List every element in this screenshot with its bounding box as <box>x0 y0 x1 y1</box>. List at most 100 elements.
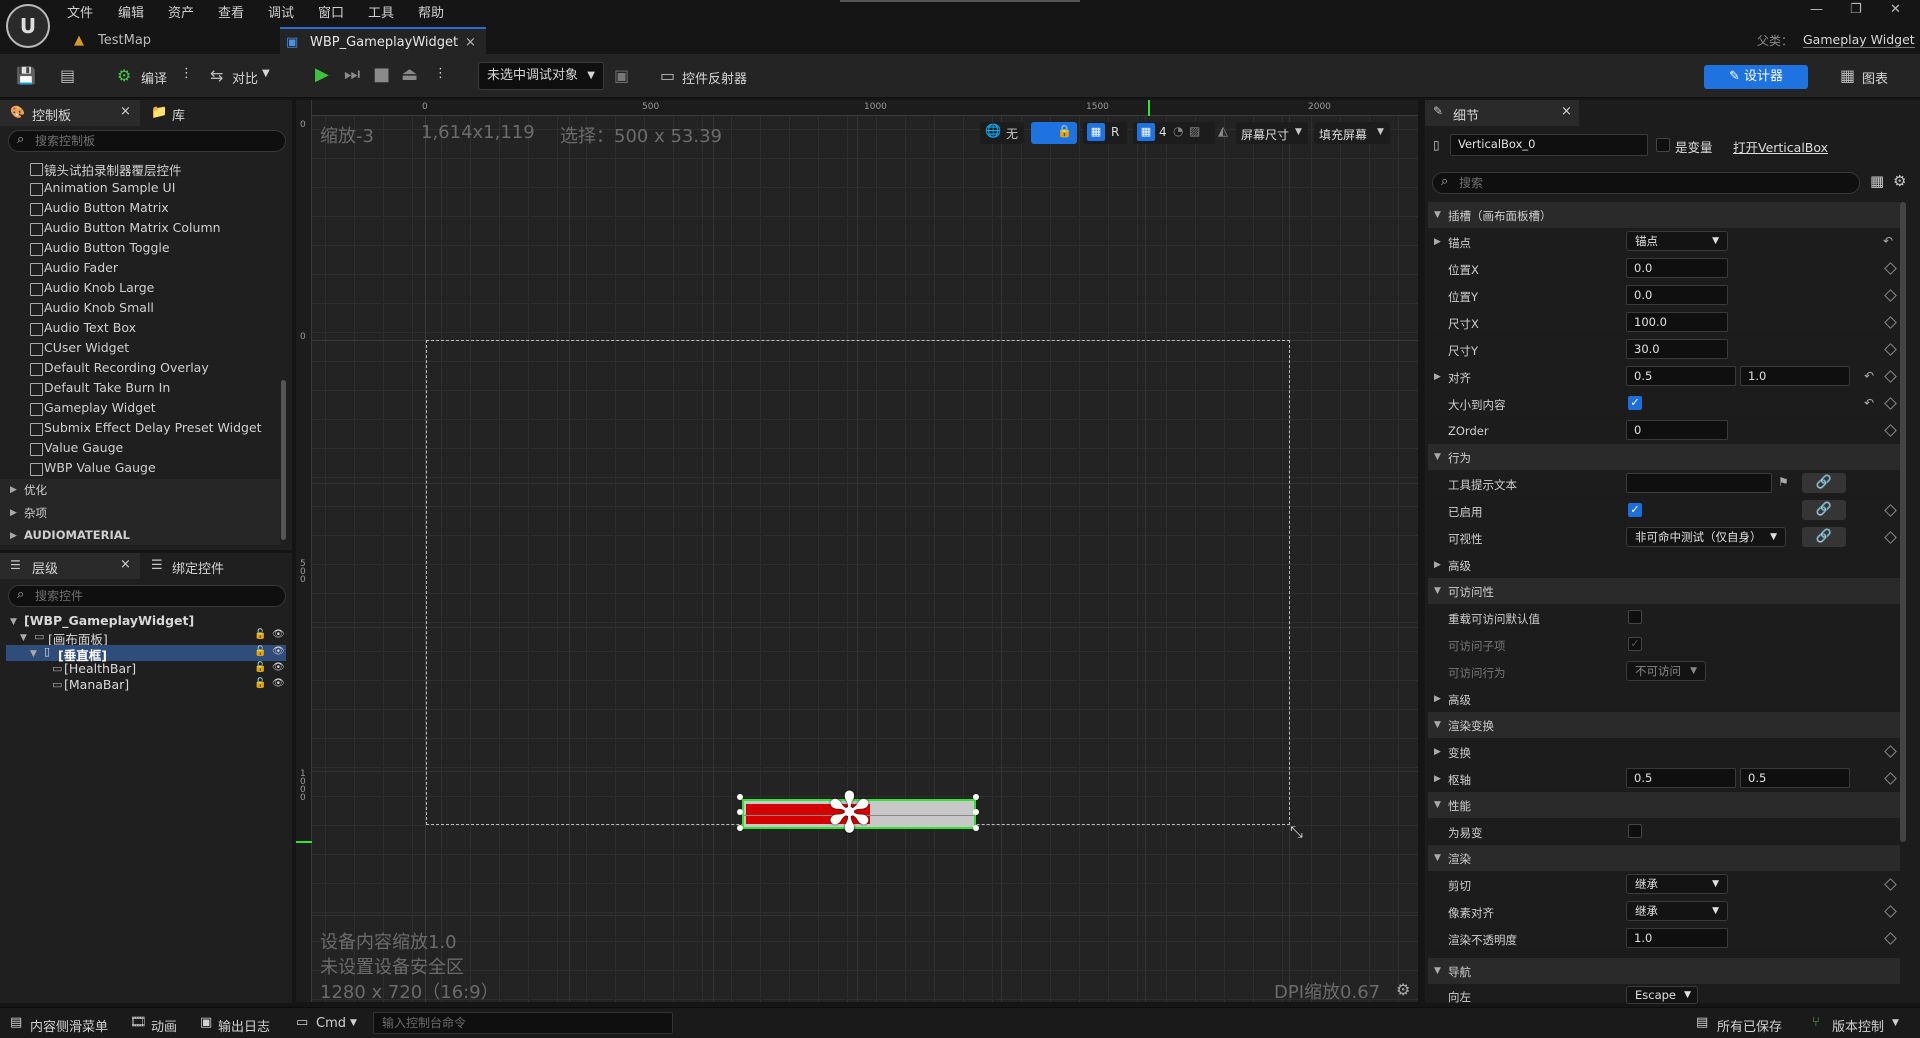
hierarchy-search-input[interactable]: ⌕ 搜索控件 <box>8 585 286 607</box>
nav-left-dropdown[interactable]: Escape ▼ <box>1626 986 1698 1004</box>
eject-icon[interactable]: ⏏ <box>401 64 418 85</box>
section-behavior[interactable]: ▼ 行为 <box>1428 444 1900 470</box>
tab-wbp-gameplaywidget[interactable]: ▣ WBP_GameplayWidget × <box>280 27 486 54</box>
content-drawer-button[interactable]: 内容侧滑菜单 <box>30 1016 108 1035</box>
play-options-icon[interactable]: ⋮ <box>434 66 447 81</box>
selection-handle[interactable] <box>737 809 743 815</box>
grid-snap-toggle[interactable]: ▦ 4 ◔ ▨ <box>1133 122 1215 144</box>
graph-icon[interactable]: ▦ <box>1840 66 1855 85</box>
palette-item[interactable]: Audio Button Matrix Column <box>30 220 221 236</box>
size-y-input[interactable]: 30.0 <box>1626 339 1728 359</box>
keyframe-diamond-icon[interactable] <box>1884 745 1897 758</box>
keyframe-diamond-icon[interactable] <box>1884 504 1897 517</box>
compile-icon[interactable]: ⚙ <box>117 66 131 85</box>
selection-handle[interactable] <box>973 825 979 831</box>
row-advanced-2[interactable]: ▶ 高级 <box>1428 685 1900 712</box>
palette-item[interactable]: Audio Button Matrix <box>30 200 169 216</box>
alignment-y-input[interactable]: 1.0 <box>1740 366 1850 386</box>
console-icon[interactable]: ▭ <box>296 1015 308 1030</box>
selection-handle[interactable] <box>973 809 979 815</box>
menu-asset[interactable]: 资产 <box>168 2 194 21</box>
locale-toggle[interactable]: 🌐 无 <box>980 122 1024 144</box>
volatile-checkbox[interactable] <box>1628 824 1642 838</box>
lock-toggle[interactable]: 🔒 <box>1031 122 1077 144</box>
menu-help[interactable]: 帮助 <box>418 2 444 21</box>
pivot-y-input[interactable]: 0.5 <box>1740 768 1850 788</box>
palette-item[interactable]: Audio Text Box <box>30 320 136 336</box>
advance-frame-icon[interactable]: ⏭ <box>344 64 360 85</box>
visibility-dropdown[interactable]: 非可命中测试（仅自身） ▼ <box>1626 527 1786 547</box>
palette-item[interactable]: CUser Widget <box>29 340 129 356</box>
keyframe-diamond-icon[interactable] <box>1884 932 1897 945</box>
close-window-icon[interactable]: ✕ <box>1890 2 1901 17</box>
diff-icon[interactable]: ⇆ <box>210 66 223 85</box>
fill-screen-dropdown[interactable]: 填充屏幕 ▼ <box>1314 122 1390 144</box>
bind-button[interactable]: 🔗 <box>1802 500 1846 520</box>
save-status[interactable]: 所有已保存 <box>1717 1016 1782 1035</box>
palette-tab[interactable]: 🎨 控制板 × <box>0 100 140 126</box>
override-checkbox[interactable] <box>1628 610 1642 624</box>
reset-icon[interactable]: ↶ <box>1883 234 1893 248</box>
lock-icon[interactable]: 🔓 <box>254 662 266 673</box>
row-advanced[interactable]: ▶ 高级 <box>1428 551 1900 578</box>
designer-mode-button[interactable]: ✎ 设计器 <box>1704 65 1808 89</box>
chevron-down-icon[interactable]: ▼ <box>262 68 270 79</box>
anchor-flower-icon[interactable]: ✻ <box>826 786 873 842</box>
debug-object-select[interactable]: 未选中调试对象 ▼ <box>478 62 604 90</box>
lock-icon[interactable]: 🔓 <box>254 629 266 640</box>
hierarchy-tab[interactable]: ☰ 层级 × <box>0 553 140 579</box>
hierarchy-manabar[interactable]: [ManaBar] <box>64 677 129 692</box>
keyframe-diamond-icon[interactable] <box>1884 316 1897 329</box>
console-input[interactable]: 输入控制台命令 <box>373 1012 673 1034</box>
keyframe-diamond-icon[interactable] <box>1884 397 1897 410</box>
keyframe-diamond-icon[interactable] <box>1884 289 1897 302</box>
tooltip-input[interactable] <box>1626 473 1772 493</box>
bind-button[interactable]: 🔗 <box>1802 527 1846 547</box>
palette-category[interactable]: 优化 <box>24 482 47 498</box>
caret-right-icon[interactable]: ▶ <box>1434 747 1441 757</box>
selection-handle[interactable] <box>973 794 979 800</box>
keyframe-diamond-icon[interactable] <box>1884 878 1897 891</box>
section-navigation[interactable]: ▼ 导航 <box>1428 958 1900 984</box>
palette-item[interactable]: Audio Button Toggle <box>30 240 170 256</box>
tab-testmap[interactable]: ▲ TestMap <box>70 27 280 54</box>
output-log-button[interactable]: 输出日志 <box>218 1016 270 1035</box>
menu-file[interactable]: 文件 <box>67 2 93 21</box>
debug-browse-icon[interactable]: ▣ <box>614 66 629 85</box>
size-x-input[interactable]: 100.0 <box>1626 312 1728 332</box>
eye-icon[interactable]: 👁 <box>272 629 285 640</box>
section-slot[interactable]: ▼ 插槽（画布面板槽） <box>1428 202 1900 228</box>
designer-viewport[interactable]: 0 500 1000 1500 2000 0 0 500 1000 ⤡ ✻ 缩放… <box>296 100 1418 1002</box>
position-x-input[interactable]: 0.0 <box>1626 258 1728 278</box>
caret-right-icon[interactable]: ▶ <box>10 531 17 541</box>
palette-category[interactable]: AUDIOMATERIAL <box>24 528 130 542</box>
source-control-button[interactable]: 版本控制 <box>1832 1016 1884 1035</box>
diff-button[interactable]: 对比 <box>232 68 258 87</box>
mirror-icon[interactable]: ◭ <box>1218 124 1228 139</box>
hierarchy-root[interactable]: [WBP_GameplayWidget] <box>24 613 194 628</box>
menu-window[interactable]: 窗口 <box>318 2 344 21</box>
close-icon[interactable]: × <box>465 29 476 56</box>
open-verticalbox-link[interactable]: 打开VerticalBox <box>1733 137 1828 156</box>
bind-button[interactable]: 🔗 <box>1802 473 1846 493</box>
lock-icon[interactable]: 🔓 <box>254 646 266 657</box>
is-variable-checkbox[interactable] <box>1656 138 1670 152</box>
caret-right-icon[interactable]: ▶ <box>1434 237 1441 247</box>
menu-view[interactable]: 查看 <box>218 2 244 21</box>
palette-item[interactable]: Value Gauge <box>29 440 123 456</box>
resize-handle-icon[interactable]: ⤡ <box>1290 822 1303 842</box>
source-control-icon[interactable]: ⑂ <box>1812 1015 1820 1030</box>
save-icon[interactable]: 💾 <box>16 66 36 85</box>
palette-scrollbar[interactable] <box>281 380 286 540</box>
palette-item[interactable]: Submix Effect Delay Preset Widget <box>30 420 262 436</box>
content-drawer-icon[interactable]: ▤ <box>10 1015 22 1030</box>
stop-icon[interactable]: ■ <box>373 64 390 85</box>
position-y-input[interactable]: 0.0 <box>1626 285 1728 305</box>
caret-down-icon[interactable]: ▼ <box>10 617 17 627</box>
restore-icon[interactable]: ❐ <box>1850 2 1862 17</box>
compile-button[interactable]: 编译 <box>141 68 167 87</box>
palette-item[interactable]: Audio Knob Large <box>29 280 154 296</box>
widget-reflector-icon[interactable]: ▭ <box>660 66 675 85</box>
keyframe-diamond-icon[interactable] <box>1884 370 1897 383</box>
close-icon[interactable]: × <box>120 104 131 119</box>
